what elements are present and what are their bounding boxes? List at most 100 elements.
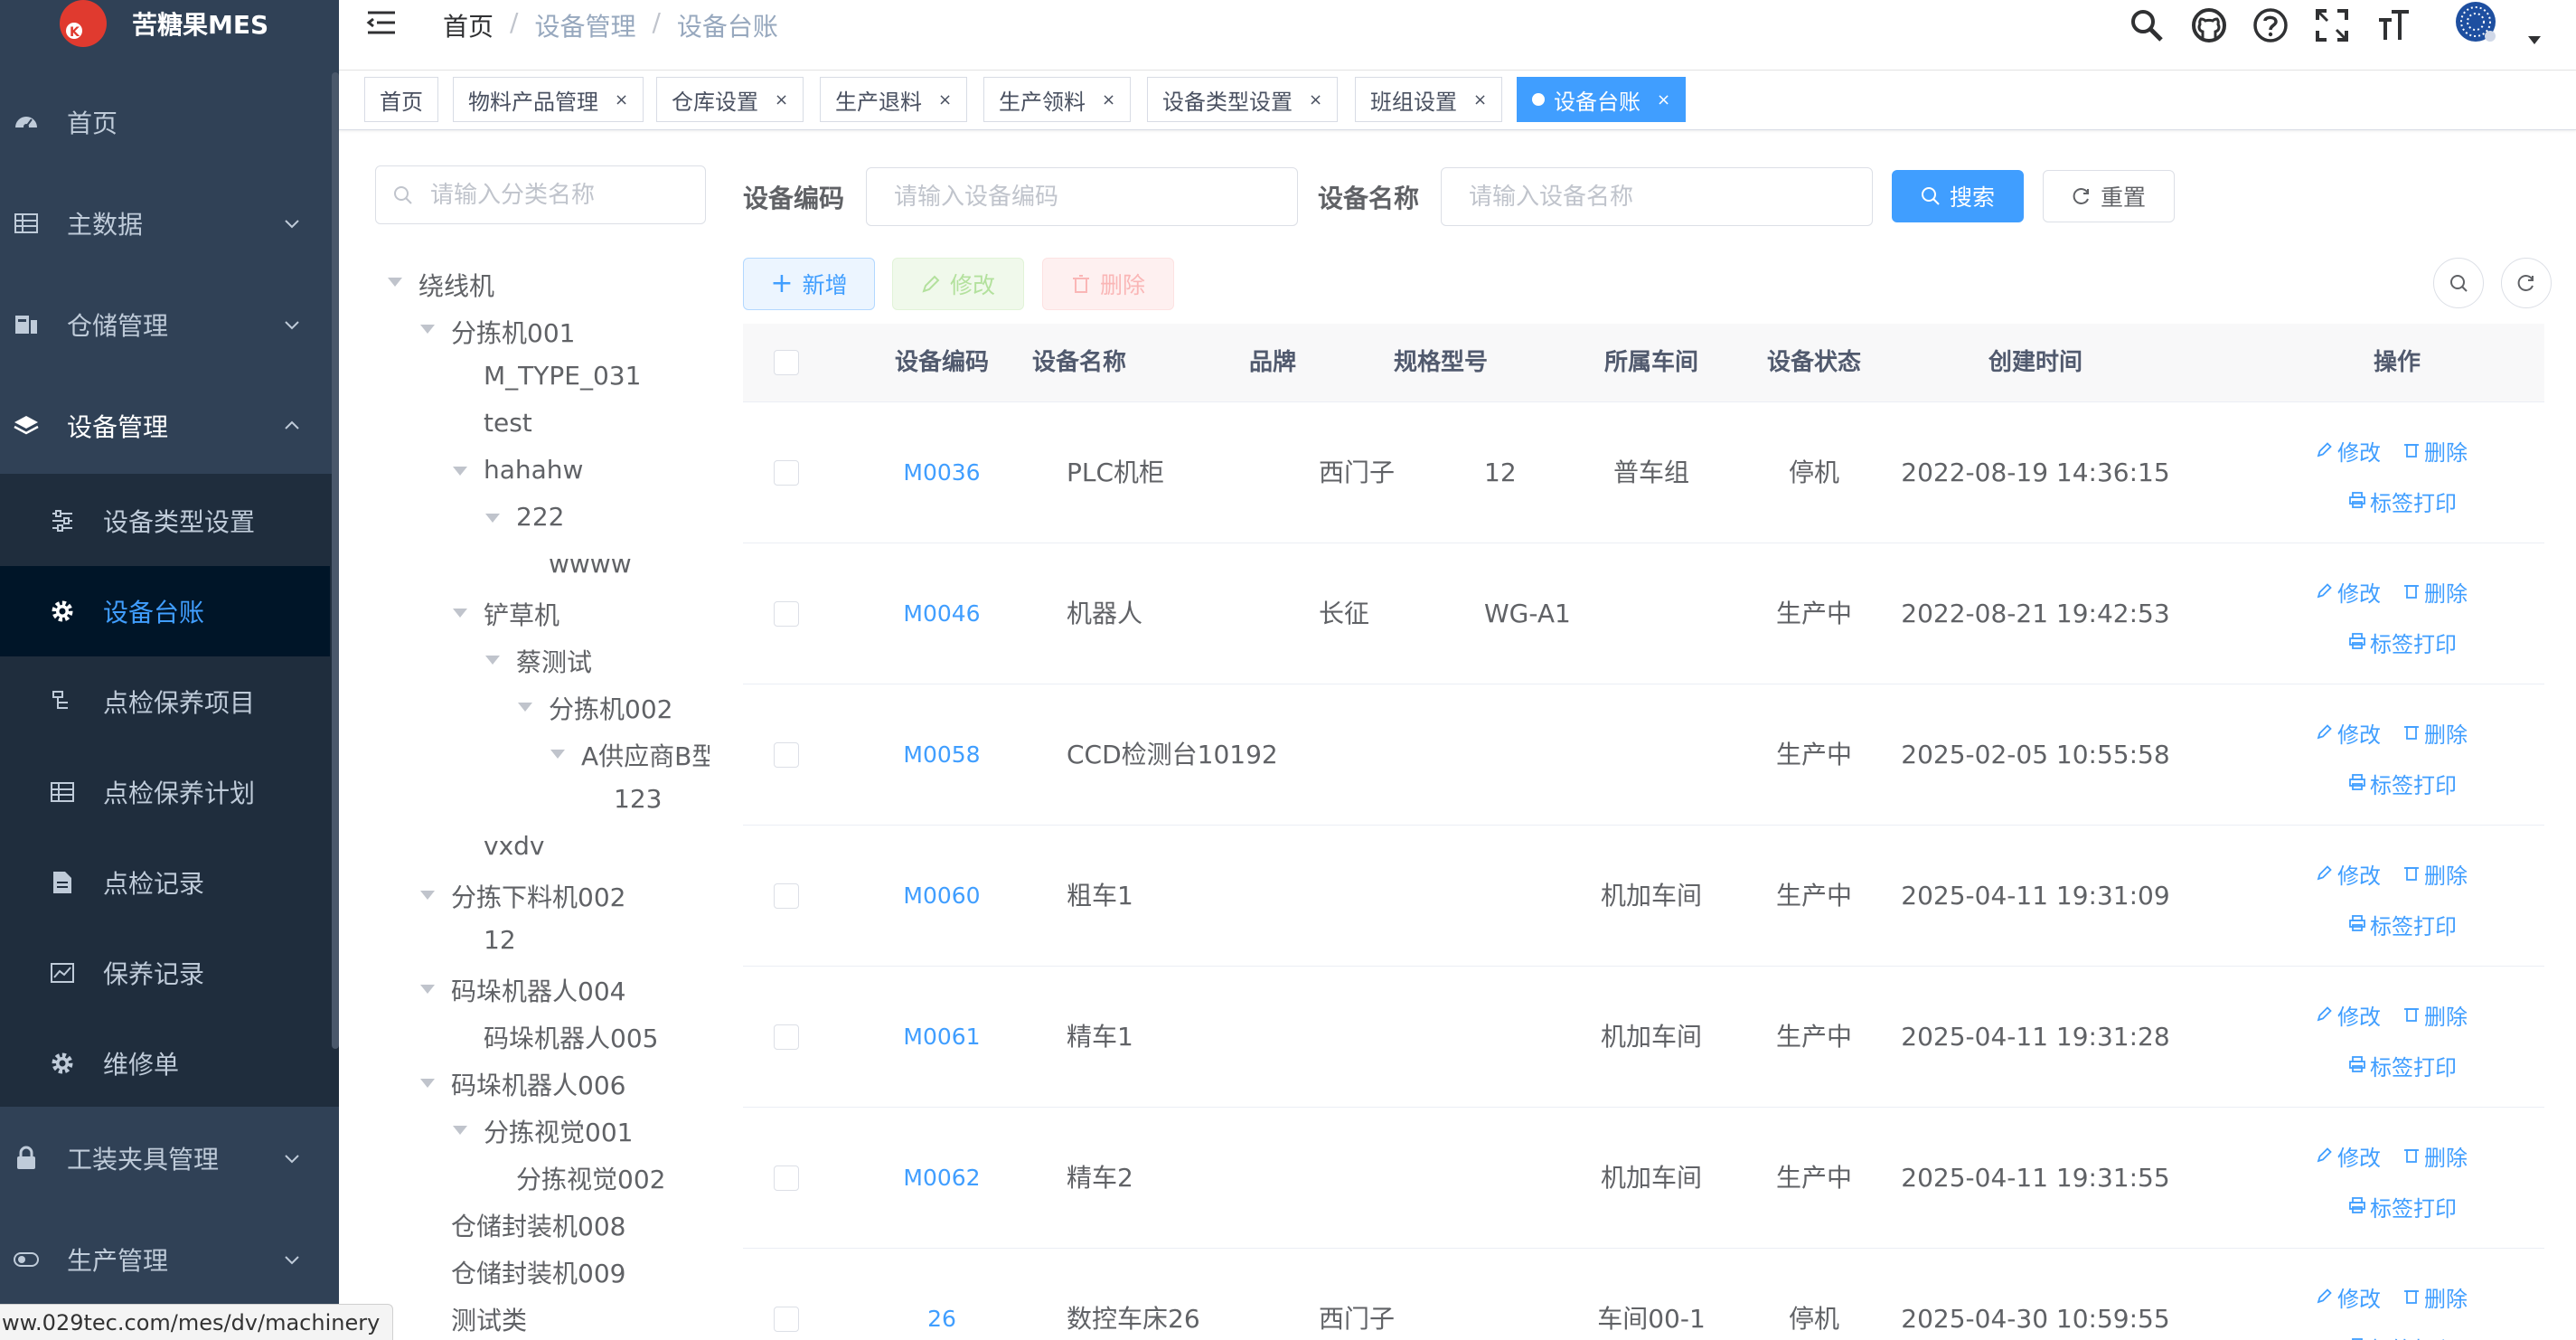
search-icon[interactable] xyxy=(2129,7,2165,43)
table-row[interactable]: M0058 CCD检测台10192 生产中 2025-02-05 10:55:58 修改… xyxy=(743,684,2544,826)
tag-issue[interactable]: 生产领料 × xyxy=(983,77,1132,122)
logo[interactable]: K 苦糖果MES xyxy=(0,0,339,54)
row-checkbox[interactable] xyxy=(774,1165,799,1191)
tag-equipment-type[interactable]: 设备类型设置 × xyxy=(1147,77,1339,122)
github-icon[interactable] xyxy=(2191,7,2227,43)
add-button[interactable]: + 新增 xyxy=(743,258,875,310)
caret-down-icon[interactable] xyxy=(420,891,435,900)
row-print-link[interactable]: 标签打印 xyxy=(2348,1191,2457,1222)
close-icon[interactable]: × xyxy=(615,90,628,109)
tree-node[interactable]: 123 xyxy=(614,784,662,814)
sidebar-item-equipment-type[interactable]: 设备类型设置 xyxy=(0,476,330,566)
tree-node[interactable]: wwww xyxy=(549,549,632,579)
cell-code[interactable]: M0046 xyxy=(851,543,1032,684)
code-field[interactable] xyxy=(894,177,1255,217)
tag-team[interactable]: 班组设置 × xyxy=(1355,77,1503,122)
table-row[interactable]: M0060 粗车1 机加车间 生产中 2025-04-11 19:31:09 修改 删除 标签… xyxy=(743,826,2544,967)
row-checkbox[interactable] xyxy=(774,1024,799,1050)
caret-down-icon[interactable] xyxy=(550,750,565,759)
caret-down-icon[interactable] xyxy=(420,1079,435,1088)
table-row[interactable]: M0036 PLC机柜 西门子 12 普车组 停机 2022-08-19 14:36:15 修… xyxy=(743,402,2544,543)
font-size-icon[interactable] xyxy=(2375,7,2411,43)
cell-code[interactable]: M0060 xyxy=(851,826,1032,967)
caret-down-icon[interactable] xyxy=(518,703,532,712)
help-icon[interactable] xyxy=(2252,7,2289,43)
caret-down-icon[interactable] xyxy=(420,325,435,334)
tag-material[interactable]: 物料产品管理 × xyxy=(453,77,644,122)
row-edit-link[interactable]: 修改 xyxy=(2316,1281,2381,1313)
tree-node[interactable]: 绕线机 xyxy=(418,267,494,303)
row-checkbox[interactable] xyxy=(774,460,799,486)
row-print-link[interactable]: 标签打印 xyxy=(2348,1332,2457,1340)
tree-node[interactable]: vxdv xyxy=(484,831,544,861)
tree-search-input[interactable] xyxy=(375,165,706,224)
caret-down-icon[interactable] xyxy=(388,278,402,287)
tree-node[interactable]: 分拣视觉001 xyxy=(484,1113,633,1149)
tree-node[interactable]: 码垛机器人005 xyxy=(484,1019,658,1055)
name-field[interactable] xyxy=(1469,177,1830,217)
cell-code[interactable]: 26 xyxy=(851,1249,1032,1340)
row-print-link[interactable]: 标签打印 xyxy=(2348,627,2457,658)
sidebar-item-inspection-records[interactable]: 点检记录 xyxy=(0,837,330,928)
caret-down-icon[interactable] xyxy=(2527,34,2542,45)
close-icon[interactable]: × xyxy=(775,90,788,109)
row-checkbox[interactable] xyxy=(774,742,799,768)
breadcrumb-home[interactable]: 首页 xyxy=(443,7,494,43)
select-all-checkbox[interactable] xyxy=(774,350,799,375)
refresh-button[interactable] xyxy=(2501,258,2552,308)
tree-node[interactable]: 12 xyxy=(484,925,516,955)
fullscreen-icon[interactable] xyxy=(2314,7,2350,43)
tree-node[interactable]: 仓储封装机008 xyxy=(451,1207,625,1243)
tree-node[interactable]: hahahw xyxy=(484,455,583,485)
delete-button[interactable]: 删除 xyxy=(1042,258,1174,310)
cell-code[interactable]: M0062 xyxy=(851,1108,1032,1249)
table-row[interactable]: M0046 机器人 长征 WG-A1 生产中 2022-08-21 19:42:53 修改删… xyxy=(743,543,2544,684)
tree-node[interactable]: 测试类 xyxy=(451,1301,527,1337)
table-row[interactable]: M0061 精车1 机加车间 生产中 2025-04-11 19:31:28 修改 删除 标签… xyxy=(743,967,2544,1108)
sidebar-scrollbar[interactable] xyxy=(332,72,339,1049)
table-row[interactable]: 26 数控车床26 西门子 车间00-1 停机 2025-04-30 10:59:55 修改… xyxy=(743,1249,2544,1340)
row-print-link[interactable]: 标签打印 xyxy=(2348,486,2457,517)
close-icon[interactable]: × xyxy=(1309,90,1322,109)
caret-down-icon[interactable] xyxy=(453,1126,467,1135)
tree-node[interactable]: 铲草机 xyxy=(484,596,559,632)
sidebar-item-maintenance-records[interactable]: 保养记录 xyxy=(0,928,330,1018)
cell-code[interactable]: M0058 xyxy=(851,684,1032,826)
sidebar-item-master-data[interactable]: 主数据 xyxy=(0,174,339,273)
row-print-link[interactable]: 标签打印 xyxy=(2348,909,2457,940)
tag-return[interactable]: 生产退料 × xyxy=(820,77,968,122)
row-delete-link[interactable]: 删除 xyxy=(2402,1281,2468,1313)
name-input[interactable] xyxy=(1441,167,1873,226)
table-row[interactable]: M0062 精车2 机加车间 生产中 2025-04-11 19:31:55 修改 删除 标签… xyxy=(743,1108,2544,1249)
caret-down-icon[interactable] xyxy=(420,985,435,994)
avatar[interactable] xyxy=(2445,0,2506,51)
close-icon[interactable]: × xyxy=(1102,90,1115,109)
row-delete-link[interactable]: 删除 xyxy=(2402,435,2468,467)
tree-node[interactable]: 码垛机器人006 xyxy=(451,1066,625,1102)
sidebar-item-repair-order[interactable]: 维修单 xyxy=(0,1018,330,1109)
cell-code[interactable]: M0036 xyxy=(851,402,1032,543)
tree-node[interactable]: 码垛机器人004 xyxy=(451,972,625,1008)
sidebar-item-inspection-plan[interactable]: 点检保养计划 xyxy=(0,747,330,837)
code-input[interactable] xyxy=(866,167,1298,226)
row-edit-link[interactable]: 修改 xyxy=(2316,717,2381,749)
tree-search-field[interactable] xyxy=(430,175,692,215)
sidebar-item-inspection-items[interactable]: 点检保养项目 xyxy=(0,656,330,747)
sidebar-item-equipment-ledger[interactable]: 设备台账 xyxy=(0,566,330,656)
tree-node[interactable]: test xyxy=(484,408,532,438)
tag-equipment-ledger[interactable]: 设备台账 × xyxy=(1517,77,1687,122)
row-edit-link[interactable]: 修改 xyxy=(2316,1140,2381,1172)
row-delete-link[interactable]: 删除 xyxy=(2402,858,2468,890)
close-icon[interactable]: × xyxy=(1473,90,1487,109)
caret-down-icon[interactable] xyxy=(485,514,500,523)
tree-node[interactable]: 222 xyxy=(516,502,564,532)
row-edit-link[interactable]: 修改 xyxy=(2316,858,2381,890)
reset-button[interactable]: 重置 xyxy=(2043,170,2175,222)
tag-home[interactable]: 首页 xyxy=(364,77,438,122)
tree-node[interactable]: 分拣视觉002 xyxy=(516,1160,665,1196)
sidebar-item-production[interactable]: 生产管理 xyxy=(0,1210,339,1309)
tree-node[interactable]: M_TYPE_031 xyxy=(484,361,641,391)
row-edit-link[interactable]: 修改 xyxy=(2316,435,2381,467)
row-edit-link[interactable]: 修改 xyxy=(2316,576,2381,608)
search-button[interactable]: 搜索 xyxy=(1892,170,2024,222)
